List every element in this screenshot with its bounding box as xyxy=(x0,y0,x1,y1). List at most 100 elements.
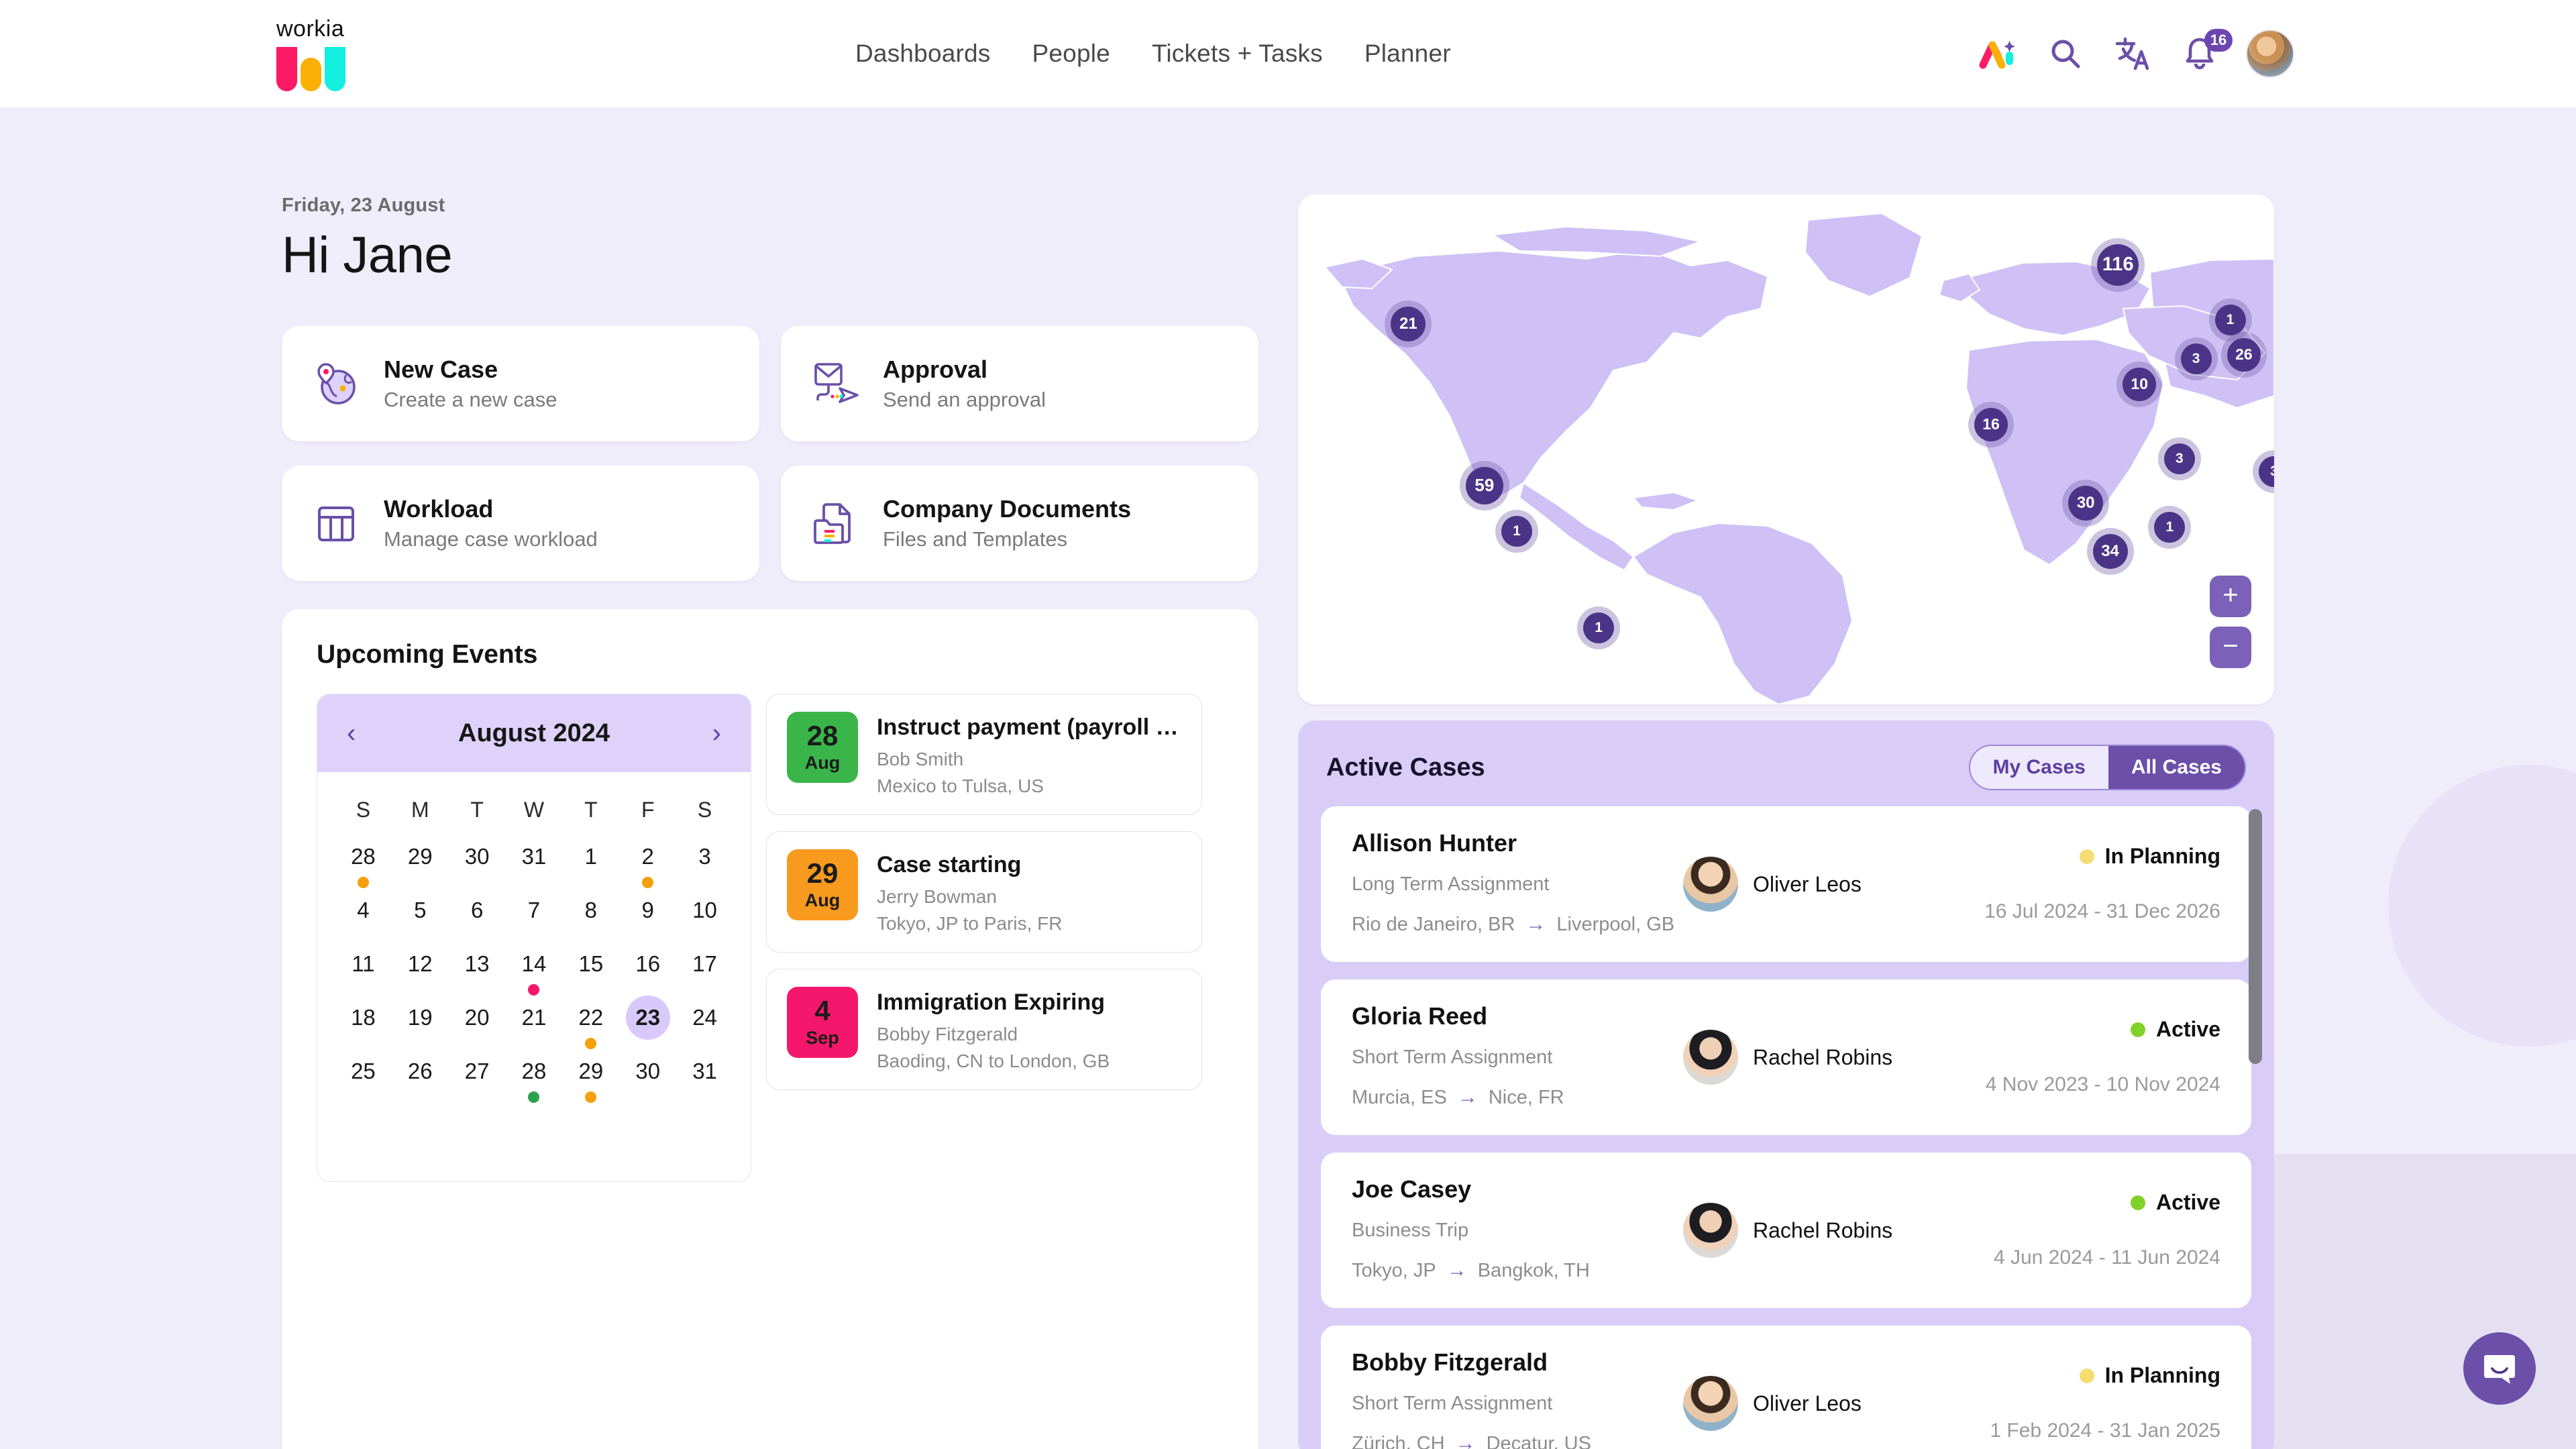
calendar-day-17[interactable]: 17 xyxy=(676,942,733,996)
calendar-day-2[interactable]: 2 xyxy=(619,835,676,888)
map-zoom-in-button[interactable]: + xyxy=(2210,576,2251,617)
map-marker-cluster[interactable]: 34 xyxy=(2092,534,2128,569)
calendar-day-1[interactable]: 1 xyxy=(562,835,619,888)
arrow-right-icon: → xyxy=(1457,1086,1478,1108)
calendar-day-number: 24 xyxy=(692,1005,717,1030)
calendar-day-9[interactable]: 9 xyxy=(619,888,676,942)
calendar-day-16[interactable]: 16 xyxy=(619,942,676,996)
notifications-bell-icon[interactable]: 16 xyxy=(2179,29,2233,74)
search-icon[interactable] xyxy=(2045,33,2086,74)
tile-subtitle: Create a new case xyxy=(384,388,557,411)
calendar-day-6[interactable]: 6 xyxy=(449,888,506,942)
calendar-day-20[interactable]: 20 xyxy=(449,996,506,1049)
calendar-day-13[interactable]: 13 xyxy=(449,942,506,996)
nav-link-people[interactable]: People xyxy=(1032,40,1110,68)
world-map-card[interactable]: 215911613111630103263341 + − xyxy=(1298,195,2274,704)
calendar-day-25[interactable]: 25 xyxy=(335,1049,392,1103)
tile-title: Approval xyxy=(883,356,988,383)
case-person-name: Gloria Reed xyxy=(1352,1002,1488,1030)
case-row[interactable]: Gloria Reed Short Term Assignment Murcia, … xyxy=(1321,979,2251,1135)
tile-company-documents[interactable]: Company Documents Files and Templates xyxy=(781,466,1258,581)
calendar-day-29[interactable]: 29 xyxy=(562,1049,619,1103)
calendar-day-18[interactable]: 18 xyxy=(335,996,392,1049)
calendar-day-28[interactable]: 28 xyxy=(506,1049,563,1103)
brand-logo[interactable]: workia xyxy=(276,16,364,91)
map-marker-cluster[interactable]: 10 xyxy=(2123,367,2157,401)
event-list-item[interactable]: 29 Aug Case starting Jerry Bowman Tokyo, JP … xyxy=(766,831,1202,953)
calendar-day-14[interactable]: 14 xyxy=(506,942,563,996)
calendar-day-27[interactable]: 27 xyxy=(449,1049,506,1103)
quick-action-tiles: New Case Create a new case Approval Send… xyxy=(282,326,1261,581)
calendar-day-29[interactable]: 29 xyxy=(392,835,449,888)
calendar-day-3[interactable]: 3 xyxy=(676,835,733,888)
case-row[interactable]: Bobby Fitzgerald Short Term Assignment Zür… xyxy=(1321,1326,2251,1449)
map-marker-cluster[interactable]: 1 xyxy=(2154,512,2186,543)
map-marker-cluster[interactable]: 1 xyxy=(1583,612,1615,643)
calendar-day-30[interactable]: 30 xyxy=(449,835,506,888)
calendar-day-12[interactable]: 12 xyxy=(392,942,449,996)
case-row[interactable]: Joe Casey Business Trip Tokyo, JP → Bangkok,… xyxy=(1321,1152,2251,1308)
tab-all-cases[interactable]: All Cases xyxy=(2108,746,2245,789)
tile-new-case[interactable]: New Case Create a new case xyxy=(282,326,759,441)
calendar-next-month-button[interactable]: › xyxy=(712,720,721,747)
event-list-item[interactable]: 28 Aug Instruct payment (payroll or ... Bob… xyxy=(766,694,1202,815)
tab-my-cases[interactable]: My Cases xyxy=(1970,746,2108,789)
map-marker-cluster[interactable]: 3 xyxy=(2163,443,2195,475)
map-marker-cluster[interactable]: 59 xyxy=(1465,466,1503,504)
map-marker-cluster[interactable]: 1 xyxy=(1501,515,1532,547)
calendar-day-30[interactable]: 30 xyxy=(619,1049,676,1103)
case-route-to: Nice, FR xyxy=(1488,1086,1564,1108)
right-column: 215911613111630103263341 + − Active Case… xyxy=(1298,195,2274,1449)
map-zoom-out-button[interactable]: − xyxy=(2210,627,2251,668)
calendar-day-4[interactable]: 4 xyxy=(335,888,392,942)
calendar-day-number: 28 xyxy=(351,844,376,869)
calendar-day-24[interactable]: 24 xyxy=(676,996,733,1049)
calendar-day-21[interactable]: 21 xyxy=(506,996,563,1049)
calendar-day-23[interactable]: 23 xyxy=(619,996,676,1049)
map-marker-cluster[interactable]: 1 xyxy=(2214,304,2246,335)
case-owner: Rachel Robins xyxy=(1683,1030,1892,1085)
event-list-item[interactable]: 4 Sep Immigration Expiring Bobby Fitzgerald… xyxy=(766,969,1202,1090)
map-marker-cluster[interactable]: 21 xyxy=(1391,307,1426,342)
nav-link-dashboards[interactable]: Dashboards xyxy=(855,40,991,68)
chat-bubble-icon[interactable] xyxy=(2463,1332,2536,1405)
nav-link-planner[interactable]: Planner xyxy=(1364,40,1451,68)
calendar-day-5[interactable]: 5 xyxy=(392,888,449,942)
calendar-day-28[interactable]: 28 xyxy=(335,835,392,888)
upcoming-events-title: Upcoming Events xyxy=(317,640,538,669)
nav-link-tickets-tasks[interactable]: Tickets + Tasks xyxy=(1152,40,1323,68)
user-avatar[interactable] xyxy=(2246,30,2294,78)
calendar-day-22[interactable]: 22 xyxy=(562,996,619,1049)
cases-filter-tabs: My Cases All Cases xyxy=(1968,745,2246,790)
event-month: Aug xyxy=(804,752,841,773)
tile-approval[interactable]: Approval Send an approval xyxy=(781,326,1258,441)
calendar-dow-5: F xyxy=(641,798,655,822)
calendar-day-15[interactable]: 15 xyxy=(562,942,619,996)
calendar-day-8[interactable]: 8 xyxy=(562,888,619,942)
calendar-prev-month-button[interactable]: ‹ xyxy=(347,720,356,747)
ai-assistant-icon[interactable] xyxy=(1978,33,2019,74)
cases-scrollbar-track[interactable] xyxy=(2249,809,2262,1426)
calendar-widget: ‹ August 2024 › SMTWTFS 28 29 30 31 1 2 3 4 5 6 7 8… xyxy=(317,694,751,1182)
calendar-month-label: August 2024 xyxy=(458,718,610,747)
map-marker-cluster[interactable]: 116 xyxy=(2097,244,2139,286)
calendar-day-31[interactable]: 31 xyxy=(676,1049,733,1103)
calendar-day-10[interactable]: 10 xyxy=(676,888,733,942)
calendar-day-19[interactable]: 19 xyxy=(392,996,449,1049)
map-marker-cluster[interactable]: 30 xyxy=(2068,485,2104,521)
calendar-day-31[interactable]: 31 xyxy=(506,835,563,888)
case-row[interactable]: Allison Hunter Long Term Assignment Rio de… xyxy=(1321,806,2251,962)
calendar-day-26[interactable]: 26 xyxy=(392,1049,449,1103)
calendar-day-11[interactable]: 11 xyxy=(335,942,392,996)
map-marker-cluster[interactable]: 26 xyxy=(2226,337,2261,372)
calendar-day-number: 13 xyxy=(464,951,490,976)
map-marker-cluster[interactable]: 16 xyxy=(1974,407,2008,441)
translate-icon[interactable] xyxy=(2112,33,2153,74)
cases-scrollbar-thumb[interactable] xyxy=(2249,809,2262,1064)
tile-workload[interactable]: Workload Manage case workload xyxy=(282,466,759,581)
map-marker-cluster[interactable]: 3 xyxy=(2180,343,2212,374)
status-badge: In Planning xyxy=(2079,1363,2220,1388)
calendar-weeks: 28 29 30 31 1 2 3 4 5 6 7 8 9 10 11 12 13 14 15 16 17 18 19 20 2… xyxy=(335,835,733,1103)
calendar-day-7[interactable]: 7 xyxy=(506,888,563,942)
calendar-day-number: 25 xyxy=(351,1059,376,1083)
